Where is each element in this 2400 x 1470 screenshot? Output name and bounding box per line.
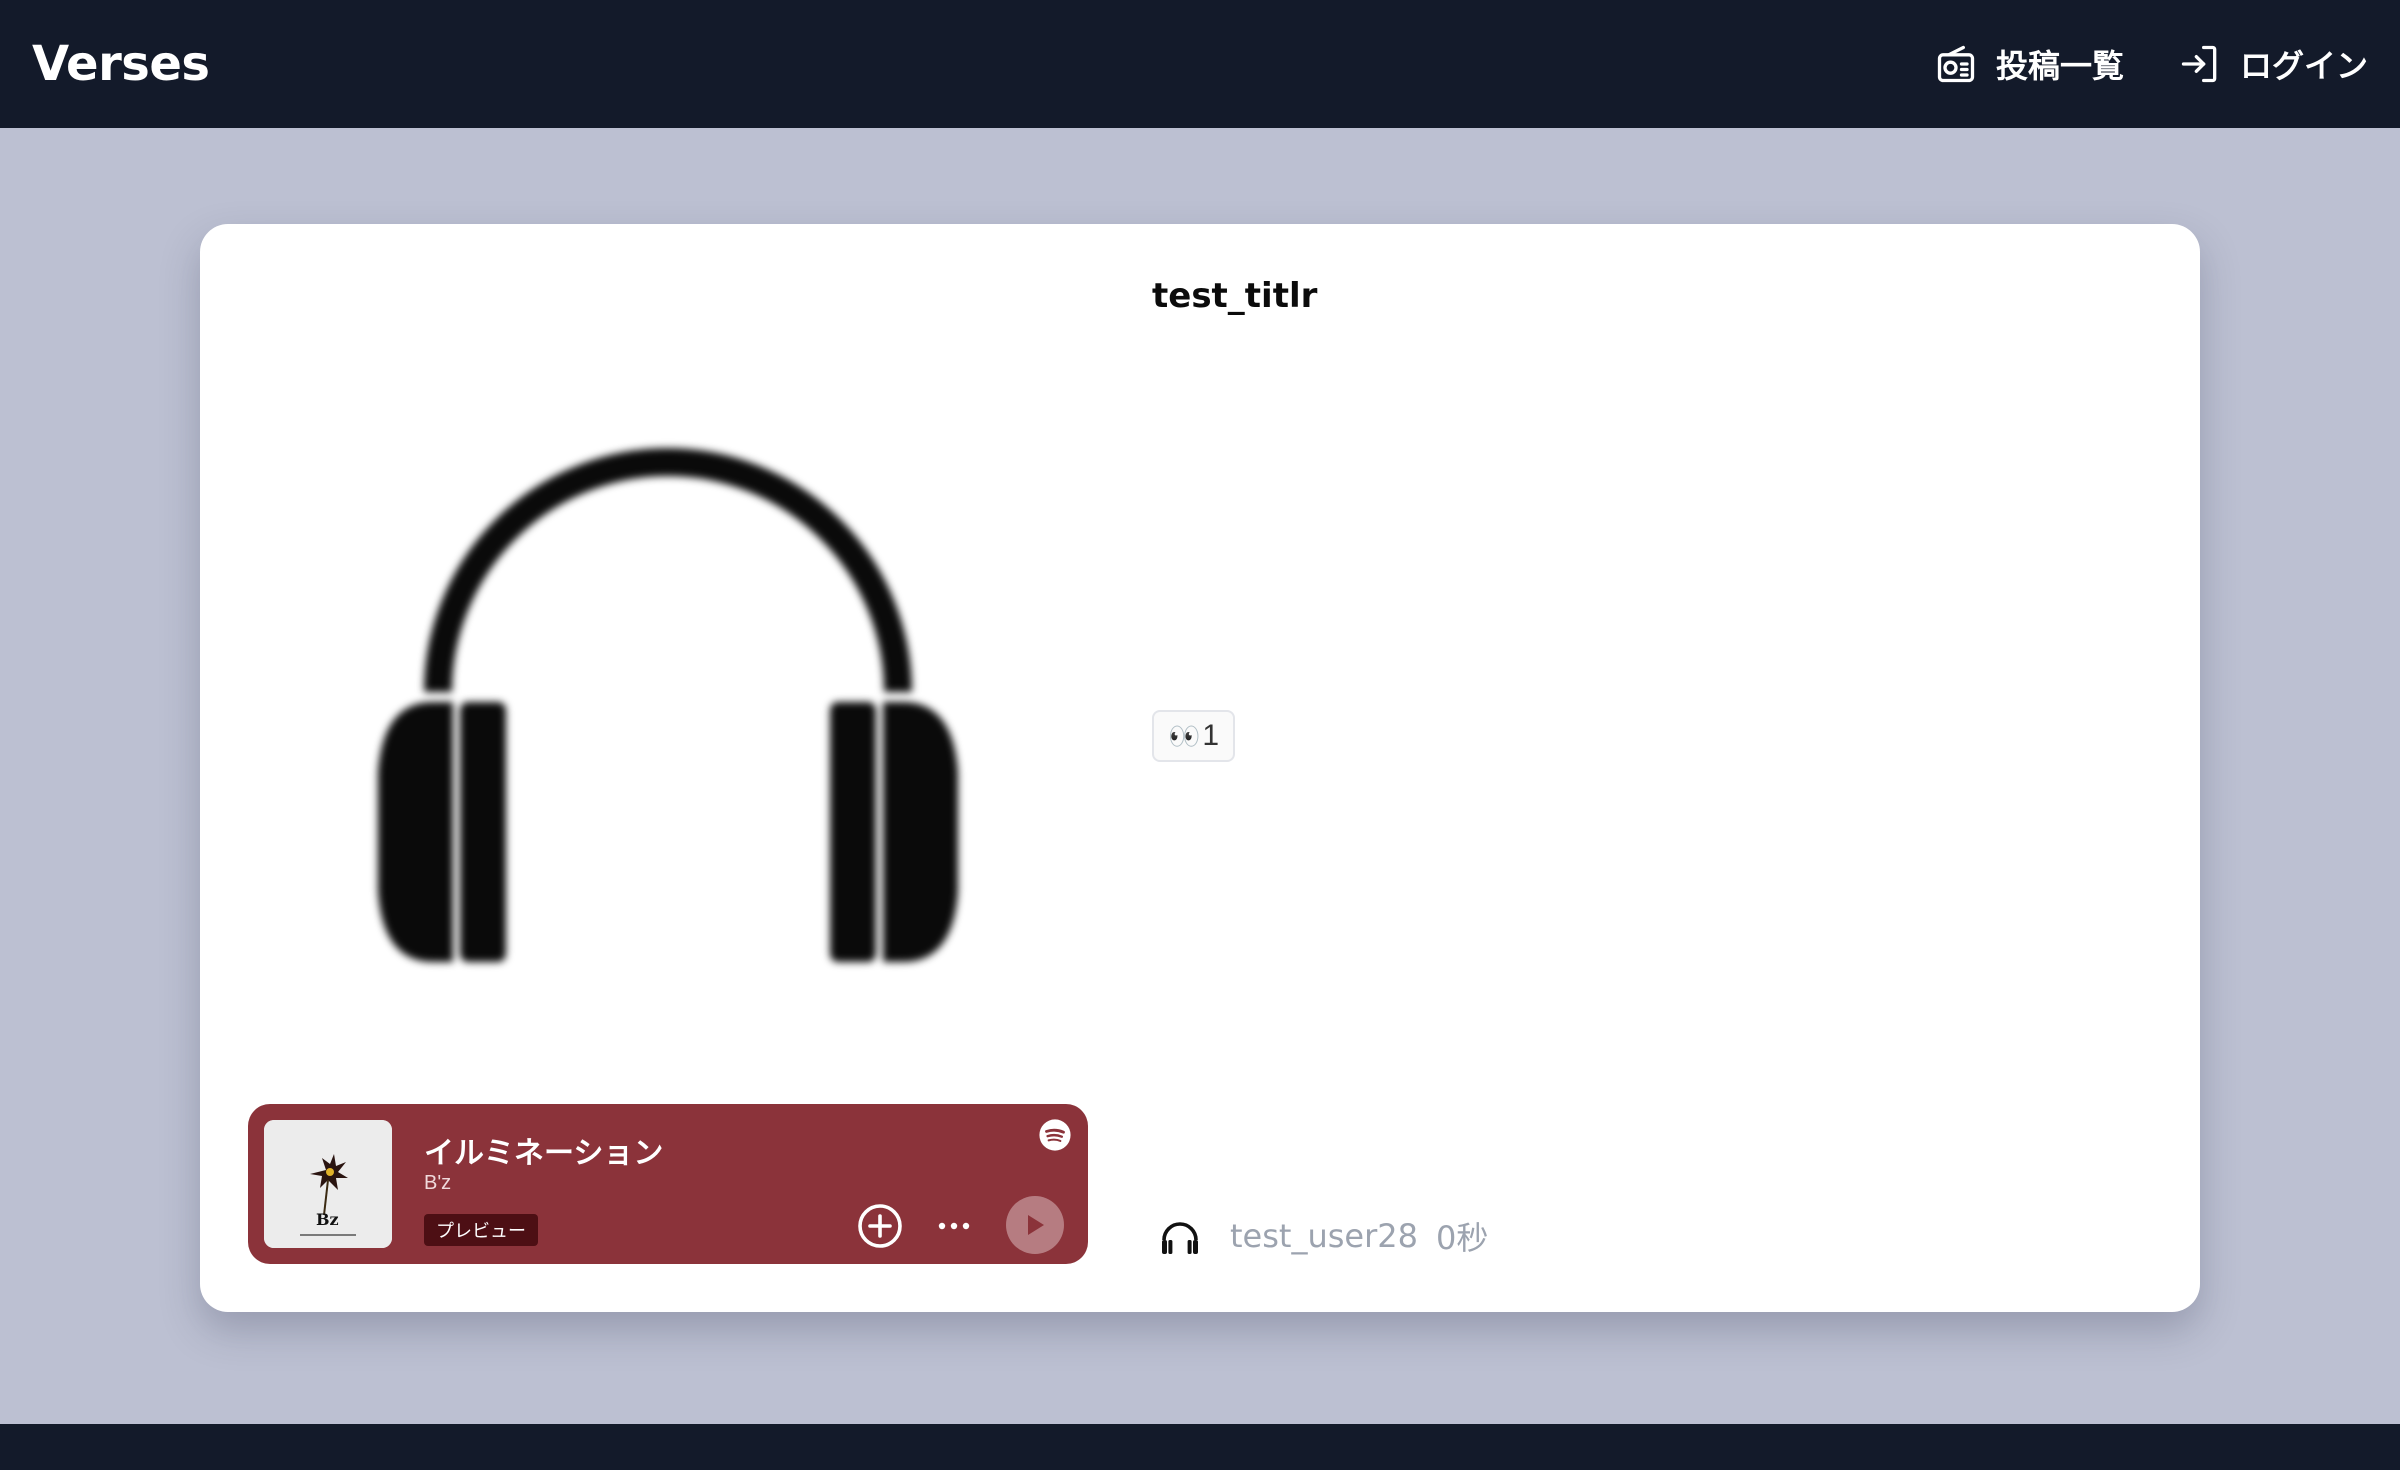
play-icon <box>1028 1215 1044 1235</box>
track-title[interactable]: イルミネーション <box>424 1128 663 1172</box>
track-artist[interactable]: B'z <box>424 1172 451 1195</box>
nav-link-login-label: ログイン <box>2239 47 2368 85</box>
album-art-image: Bz <box>264 1120 392 1248</box>
add-circle-icon[interactable] <box>856 1202 904 1250</box>
svg-text:Bz: Bz <box>316 1210 339 1229</box>
spotify-icon[interactable] <box>1038 1118 1072 1152</box>
headphones-icon <box>1162 1222 1198 1254</box>
nav-link-login[interactable]: ログイン <box>2178 41 2368 87</box>
footer-bar <box>0 1424 2400 1470</box>
post-artwork <box>248 272 1088 1112</box>
author-row: test_user28 0秒 <box>1156 1212 1488 1260</box>
post-title: test_titlr <box>1152 276 1318 316</box>
reaction-button[interactable]: 👀 1 <box>1152 710 1236 762</box>
radio-icon <box>1937 45 1975 83</box>
album-cover[interactable]: Bz <box>264 1120 392 1248</box>
more-icon[interactable] <box>934 1212 974 1240</box>
nav-link-posts-label: 投稿一覧 <box>1995 47 2124 85</box>
login-icon <box>2181 45 2217 83</box>
nav-links: 投稿一覧 ログイン <box>1880 41 2368 87</box>
headphones-icon <box>378 448 958 962</box>
reaction-count: 1 <box>1202 719 1220 752</box>
play-button[interactable] <box>1006 1196 1064 1254</box>
author-username[interactable]: test_user28 <box>1230 1217 1418 1255</box>
post-card: test_titlr 👀 1 Bz イルミネーション B'z プレビュー tes… <box>200 224 2200 1312</box>
preview-badge: プレビュー <box>424 1214 538 1246</box>
brand-logo[interactable]: Verses <box>32 36 210 92</box>
eyes-emoji: 👀 <box>1168 720 1200 751</box>
spotify-embed-player: Bz イルミネーション B'z プレビュー <box>248 1104 1088 1264</box>
top-navbar: Verses 投稿一覧 ログイン <box>0 0 2400 128</box>
post-timestamp: 0秒 <box>1435 1219 1489 1257</box>
nav-link-posts[interactable]: 投稿一覧 <box>1934 41 2124 87</box>
